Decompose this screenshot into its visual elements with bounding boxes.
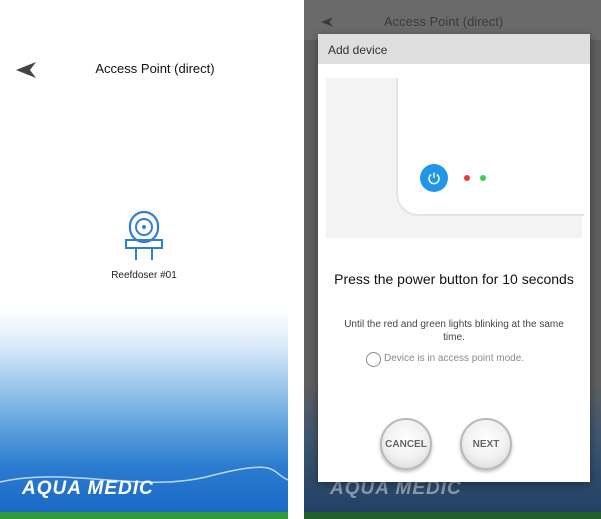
device-front-panel	[396, 78, 584, 216]
bottom-bar	[0, 512, 288, 519]
bottom-bar-dimmed	[304, 512, 601, 519]
background-title: Access Point (direct)	[384, 14, 504, 29]
power-symbol-icon	[428, 172, 440, 185]
green-led-icon	[480, 175, 486, 181]
device-illustration	[326, 78, 584, 238]
back-arrow-icon[interactable]	[14, 60, 38, 80]
cancel-button[interactable]: CANCEL	[380, 418, 432, 470]
right-screen: Access Point (direct) AQUA MEDIC Add dev…	[304, 0, 601, 519]
next-button[interactable]: NEXT	[460, 418, 512, 470]
back-arrow-icon-dimmed	[321, 17, 333, 27]
instruction-subtitle: Until the red and green lights blinking …	[344, 319, 564, 343]
device-label: Reefdoser #01	[111, 270, 177, 281]
add-device-dialog: Add device Press the power button for 10…	[318, 34, 590, 482]
checkbox-label: Device is in access point mode.	[384, 353, 525, 364]
access-point-mode-checkbox[interactable]: Device is in access point mode.	[366, 352, 566, 368]
red-led-icon	[464, 175, 470, 181]
page-title: Access Point (direct)	[95, 61, 215, 76]
instruction-title: Press the power button for 10 seconds	[334, 271, 574, 287]
brand-logo: AQUA MEDIC	[22, 478, 154, 499]
dialog-header: Add device	[318, 34, 590, 64]
left-screen: Access Point (direct) Reefdoser #01 AQUA…	[0, 0, 288, 519]
checkbox-circle-icon[interactable]	[366, 352, 381, 367]
power-button-icon	[420, 164, 448, 192]
doser-pump-icon	[125, 210, 163, 260]
dialog-title: Add device	[328, 43, 388, 57]
device-tile-reefdoser[interactable]: Reefdoser #01	[96, 210, 192, 281]
